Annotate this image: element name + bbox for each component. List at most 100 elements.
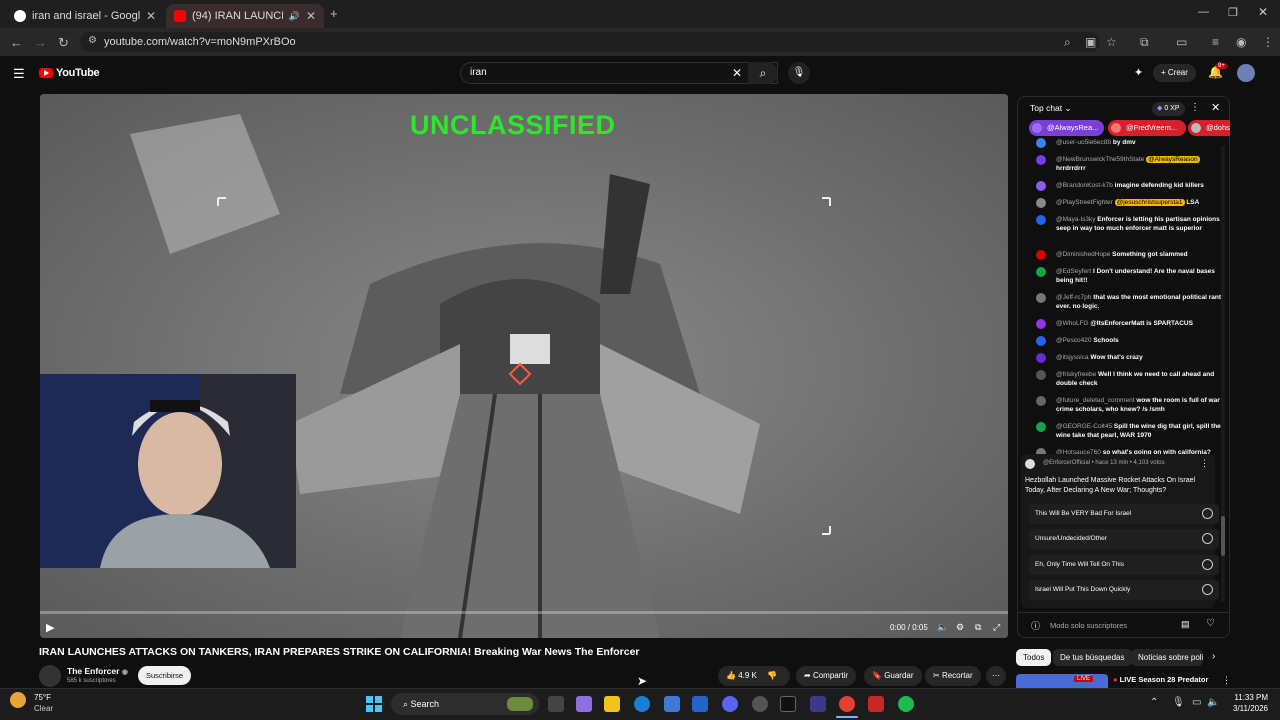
speaker-icon[interactable]: 🔊 <box>289 11 300 22</box>
more-actions-button[interactable]: ⋯ <box>986 666 1006 686</box>
microphone-icon[interactable]: 🎙 <box>1172 697 1185 708</box>
weather-temp[interactable]: 75°F <box>34 693 51 702</box>
chat-username[interactable]: @Jeff-rc7ph <box>1056 294 1091 301</box>
chat-username[interactable]: @GEORGE-Colt45 <box>1056 423 1112 430</box>
recommended-title[interactable]: ● LIVE Season 28 Predator <box>1113 675 1208 684</box>
store-icon[interactable] <box>664 696 680 712</box>
pinned-user-pill[interactable]: @AlwaysRea... <box>1029 120 1104 136</box>
poll-option[interactable]: Israel Will Put This Down Quickly <box>1029 580 1219 600</box>
clear-search-icon[interactable]: ✕ <box>732 66 742 80</box>
chat-username[interactable]: @EdSeyfert <box>1056 268 1091 275</box>
avatar[interactable] <box>1036 293 1046 303</box>
channel-name[interactable]: The Enforcer ◉ <box>67 666 128 676</box>
edge-icon[interactable] <box>634 696 650 712</box>
close-chat-icon[interactable]: ✕ <box>1211 101 1220 114</box>
pinned-user-pill[interactable]: @FredVreem... <box>1108 120 1186 136</box>
recommended-menu-icon[interactable]: ⋮ <box>1222 675 1231 686</box>
avatar[interactable] <box>1036 250 1046 260</box>
volume-icon[interactable]: 🔈 <box>1207 697 1219 708</box>
mention-tag[interactable]: @jesuschristsupersta1 <box>1114 199 1185 206</box>
windows-start-icon[interactable] <box>366 696 382 712</box>
chat-menu-dots-icon[interactable]: ⋮ <box>1190 102 1200 113</box>
app-icon[interactable] <box>752 696 768 712</box>
avatar[interactable] <box>1237 64 1255 82</box>
avatar[interactable] <box>1036 215 1046 225</box>
spotify-icon[interactable] <box>898 696 914 712</box>
chat-username[interactable]: @future_deleted_comment <box>1056 397 1135 404</box>
chat-mode-dropdown[interactable]: Top chat ⌄ <box>1030 103 1072 114</box>
poll-option[interactable]: Unsure/Undecided/Other <box>1029 529 1219 549</box>
avatar[interactable] <box>1036 336 1046 346</box>
minimize-button[interactable]: — <box>1198 6 1209 18</box>
search-button[interactable]: ⌕ <box>748 62 778 84</box>
chat-username[interactable]: @Pesco420 <box>1056 337 1092 344</box>
bookmark-star-icon[interactable]: ☆ <box>1106 35 1117 49</box>
poll-option[interactable]: This Will Be VERY Bad For Israel <box>1029 504 1219 524</box>
close-tab-icon[interactable]: ✕ <box>306 9 316 23</box>
search-input[interactable]: iran <box>460 62 778 84</box>
address-bar[interactable]: youtube.com/watch?v=moN9mPXrBOo <box>80 32 1100 52</box>
chat-username[interactable]: @Maya-ls3ky <box>1056 216 1095 223</box>
fullscreen-icon[interactable]: ⤢ <box>993 622 1000 633</box>
copilot-icon[interactable] <box>576 696 592 712</box>
hamburger-menu-icon[interactable]: ☰ <box>13 66 25 82</box>
media-icon[interactable]: ≡ <box>1212 35 1219 49</box>
tab-google-search[interactable]: iran and israel - Google Search ✕ <box>6 4 164 28</box>
app-icon[interactable] <box>868 696 884 712</box>
side-panel-icon[interactable]: ▭ <box>1176 35 1187 49</box>
chip-politics-news[interactable]: Noticias sobre polí <box>1131 649 1203 666</box>
extensions-icon[interactable]: ⧉ <box>1140 35 1149 50</box>
like-button[interactable]: 👍 4.9 K <box>726 671 757 680</box>
app-icon[interactable] <box>810 696 826 712</box>
new-tab-button[interactable]: + <box>330 6 338 21</box>
avatar[interactable] <box>1036 267 1046 277</box>
avatar[interactable] <box>1036 396 1046 406</box>
back-icon[interactable]: ← <box>10 35 23 50</box>
chat-username[interactable]: @NewBrunswickThe59thState <box>1056 156 1144 163</box>
save-button[interactable]: 🔖 Guardar <box>864 666 922 686</box>
install-icon[interactable]: ▣ <box>1085 35 1096 49</box>
avatar[interactable] <box>1036 422 1046 432</box>
pinned-user-pill[interactable]: @dohst <box>1188 120 1230 136</box>
menu-dots-icon[interactable]: ⋮ <box>1262 35 1274 49</box>
cast-icon[interactable]: ✦ <box>1134 66 1143 79</box>
site-info-icon[interactable]: ⚙ <box>88 35 97 46</box>
chip-from-searches[interactable]: De tus búsquedas <box>1053 649 1132 666</box>
avatar[interactable] <box>1036 353 1046 363</box>
outlook-icon[interactable] <box>692 696 708 712</box>
forward-icon[interactable]: → <box>34 35 47 50</box>
clip-button[interactable]: ✂ Recortar <box>925 666 981 686</box>
heart-icon[interactable]: ♡ <box>1206 618 1215 629</box>
avatar[interactable] <box>1036 138 1046 148</box>
close-tab-icon[interactable]: ✕ <box>146 9 156 23</box>
maximize-button[interactable]: ❐ <box>1228 6 1238 19</box>
discord-icon[interactable] <box>722 696 738 712</box>
settings-gear-icon[interactable]: ⚙ <box>956 622 964 633</box>
chat-scrollbar[interactable] <box>1221 146 1225 602</box>
zoom-icon[interactable]: ⌕ <box>1064 35 1071 50</box>
play-button[interactable]: ▶ <box>46 621 54 634</box>
tray-chevron-icon[interactable]: ⌃ <box>1150 697 1158 708</box>
poll-option[interactable]: Eh, Only Time Will Tell On This <box>1029 555 1219 575</box>
chat-extras-icon[interactable]: ▤ <box>1181 619 1190 630</box>
video-player[interactable]: UNCLASSIFIED ▶ 0:00 / 0:05 🔈 ⚙ ⧉ ⤢ <box>40 94 1008 638</box>
avatar[interactable] <box>1036 181 1046 191</box>
mention-tag[interactable]: @AlwaysReason <box>1146 156 1200 163</box>
task-view-icon[interactable] <box>548 696 564 712</box>
taskbar-search[interactable]: ⌕ Search <box>391 693 539 715</box>
xp-badge[interactable]: ◆ 0 XP <box>1152 102 1185 116</box>
chat-username[interactable]: @PlayStreetFighter <box>1056 199 1113 206</box>
tiktok-icon[interactable] <box>780 696 796 712</box>
avatar[interactable] <box>1036 319 1046 329</box>
close-window-button[interactable]: ✕ <box>1258 5 1268 19</box>
chat-username[interactable]: @user-uo5le6ec8b <box>1056 139 1111 146</box>
chevron-right-icon[interactable]: › <box>1212 651 1215 662</box>
channel-avatar[interactable] <box>39 665 61 687</box>
dislike-button[interactable]: 👎 <box>767 671 777 680</box>
share-button[interactable]: ➦ Compartir <box>796 666 857 686</box>
chat-username[interactable]: @itsjyssica <box>1056 354 1089 361</box>
youtube-logo[interactable]: YouTube <box>39 67 100 79</box>
progress-bar[interactable] <box>40 611 1008 614</box>
chat-username[interactable]: @BrandonKost-k7b <box>1056 182 1113 189</box>
tab-youtube-video[interactable]: (94) IRAN LAUNCHES ATTA 🔊 ✕ <box>166 4 324 28</box>
